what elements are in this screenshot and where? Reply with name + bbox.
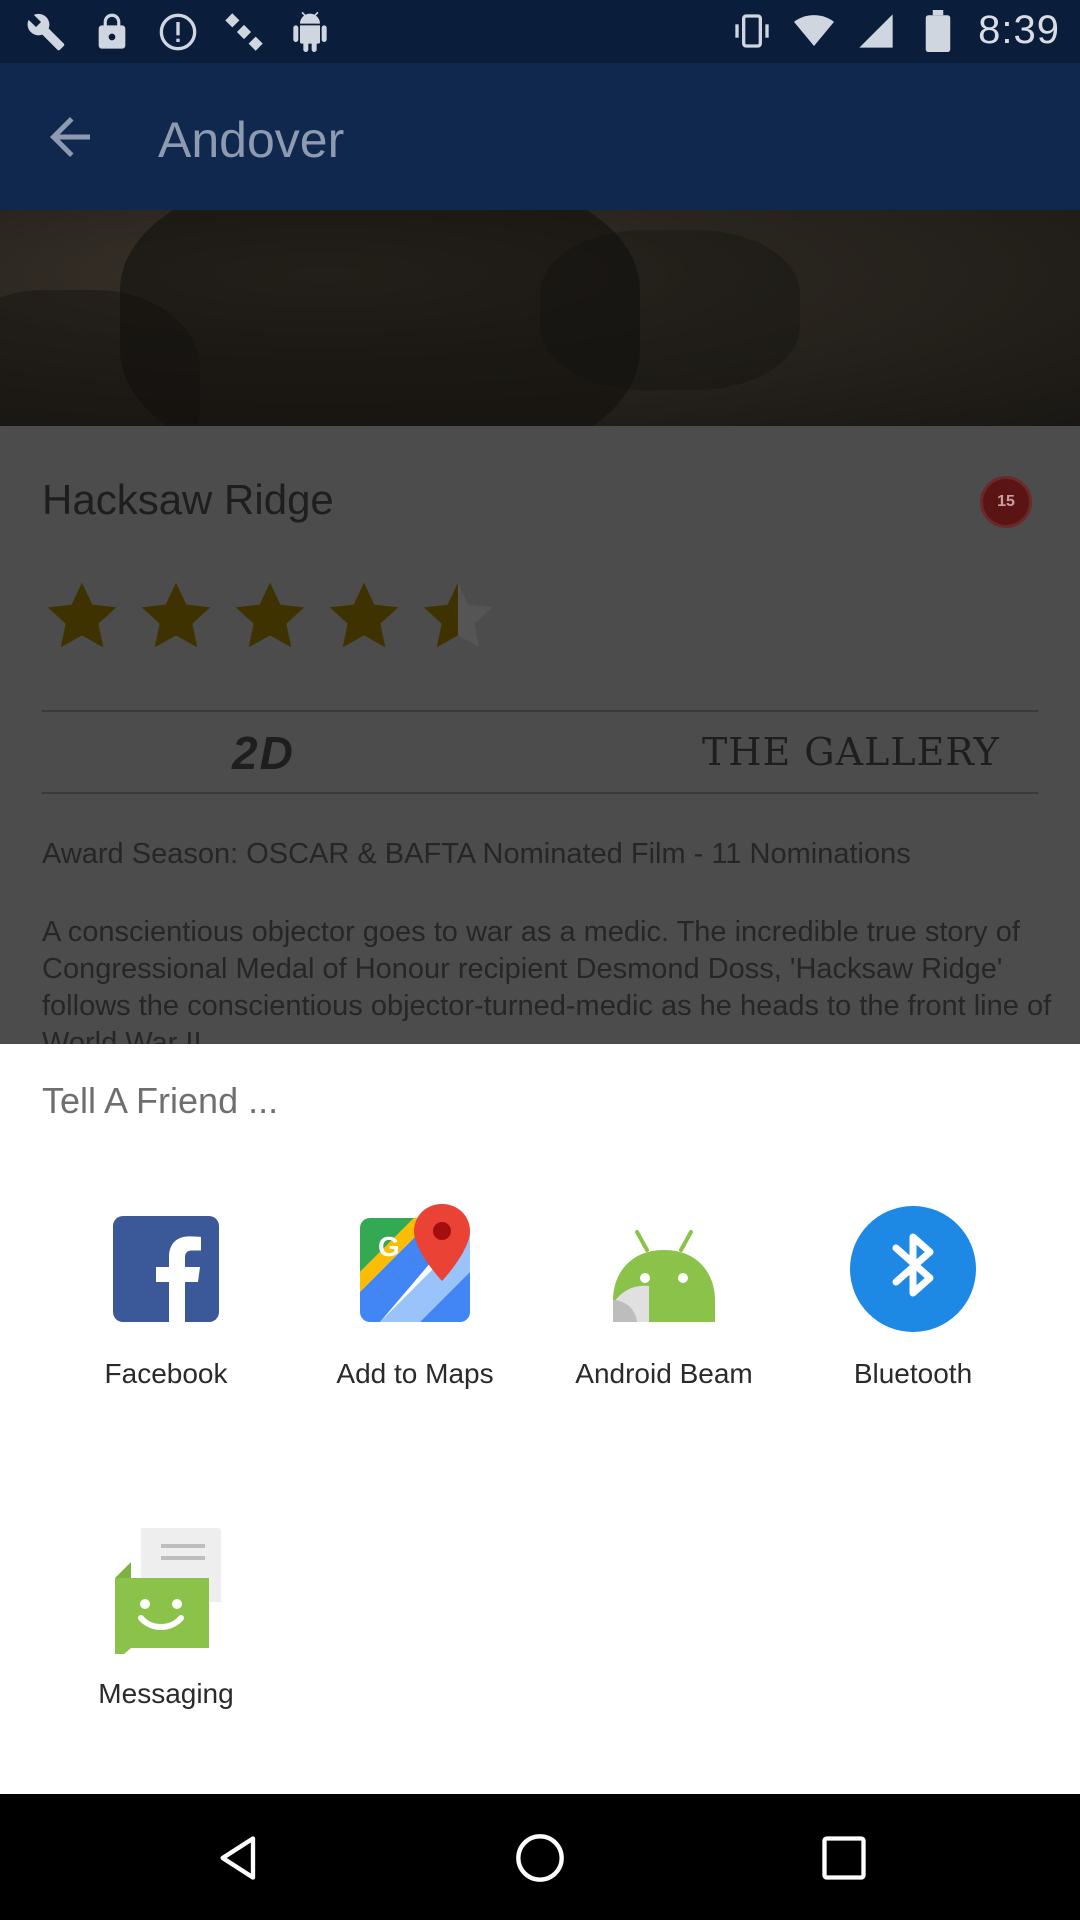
android-icon [288,10,332,54]
share-add-to-maps[interactable]: G Add to Maps [295,1204,535,1390]
back-nav-icon[interactable] [214,1832,266,1884]
movie-title: Hacksaw Ridge [42,476,334,523]
satellite-icon [222,10,266,54]
cinema-logo: THE GALLERY [702,730,1000,774]
alert-icon [156,10,200,54]
battery-icon [916,9,960,53]
vibrate-icon [730,9,774,53]
share-label: Add to Maps [336,1358,494,1389]
movie-poster-image [0,210,1080,426]
share-android-beam[interactable]: Android Beam [544,1204,784,1390]
share-label: Android Beam [575,1358,753,1389]
app-bar: Andover [0,63,1080,210]
award-text: Award Season: OSCAR & BAFTA Nominated Fi… [42,838,911,870]
recents-nav-icon[interactable] [818,1832,870,1884]
maps-icon: G [350,1204,480,1334]
status-bar: 8:39 [0,0,1080,63]
facebook-icon [101,1204,231,1334]
home-nav-icon[interactable] [514,1832,566,1884]
share-label: Bluetooth [853,1358,973,1389]
share-bluetooth[interactable]: Bluetooth [793,1204,1033,1390]
format-label: 2D [232,727,295,779]
format-row: 2D THE GALLERY [42,716,1038,796]
share-label: Facebook [104,1358,228,1389]
wrench-icon [24,10,68,54]
status-time: 8:39 [978,8,1060,52]
share-sheet-title: Tell A Friend ... [42,1080,279,1121]
star-icon [329,582,399,648]
half-star-icon [423,582,493,648]
share-label: Messaging [98,1678,234,1709]
share-messaging[interactable]: Messaging [46,1524,286,1710]
svg-text:G: G [378,1231,400,1262]
messaging-icon [101,1524,231,1662]
synopsis-text: A conscientious objector goes to war as … [42,916,1052,1059]
star-icon [235,582,305,648]
share-sheet: Tell A Friend ... Facebook G Add to Maps… [0,1044,1080,1794]
navigation-bar [0,1794,1080,1920]
arrow-back-icon[interactable] [40,107,100,167]
wifi-icon [792,9,836,53]
divider [42,710,1038,712]
share-facebook[interactable]: Facebook [46,1204,286,1390]
movie-details: Hacksaw Ridge 15 2D THE GALLERY Award Se… [0,426,1080,1059]
age-rating-badge: 15 [980,476,1032,528]
star-icon [141,582,211,648]
signal-icon [854,9,898,53]
bluetooth-icon [848,1204,978,1334]
divider [42,792,1038,794]
lock-icon [90,10,134,54]
star-icon [47,582,117,648]
android-beam-icon [599,1204,729,1334]
page-title: Andover [158,112,345,168]
star-rating [42,576,498,656]
